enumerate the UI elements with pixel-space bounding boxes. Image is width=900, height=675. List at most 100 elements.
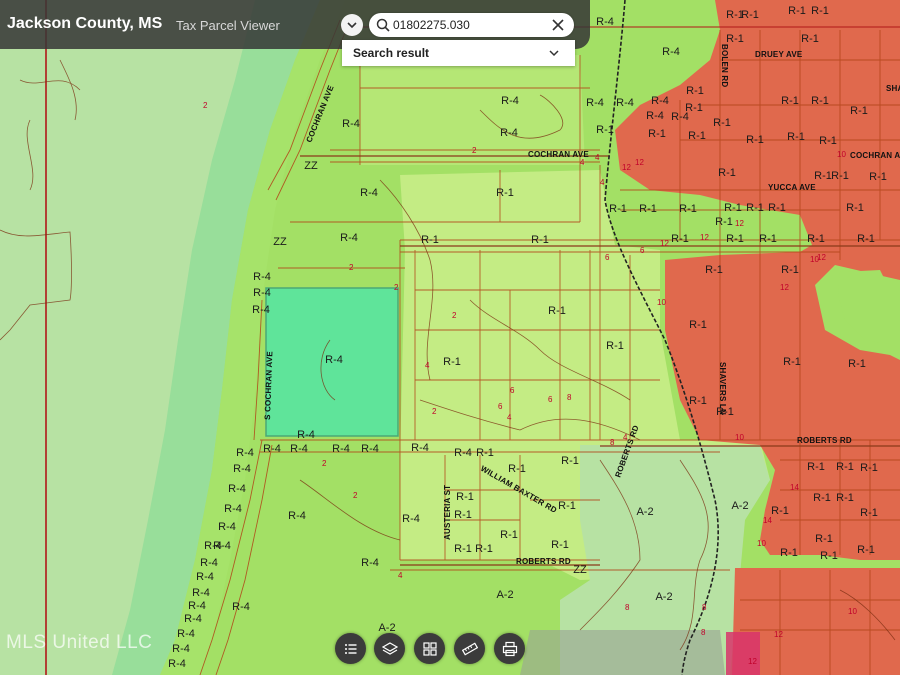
zone-label-r1: R-1 [831,170,849,182]
search-result-dropdown[interactable]: Search result [342,40,575,66]
zone-label-r4: R-4 [200,557,218,569]
zone-label-r4: R-4 [263,443,281,455]
zone-label-r4: R-4 [290,443,308,455]
zone-label-r1: R-1 [496,187,514,199]
elevation-label: 6 [548,395,553,404]
zone-label-r4: R-4 [233,463,251,475]
zone-label-r1: R-1 [561,455,579,467]
zone-label-r1: R-1 [768,202,786,214]
road-label-roberts-rd-west: ROBERTS RD [516,557,571,566]
zone-label-r1: R-1 [443,356,461,368]
zone-label-r1: R-1 [850,105,868,117]
basemap-gallery-button[interactable] [414,633,445,664]
zone-label-r1: R-1 [454,509,472,521]
zone-label-r1: R-1 [811,5,829,17]
zone-label-r4: R-4 [616,97,634,109]
zone-label-r4: R-4 [224,503,242,515]
zone-label-r4: R-4 [297,429,315,441]
gray-area [520,630,725,675]
zone-label-r4: R-4 [340,232,358,244]
elevation-label: 4 [425,361,430,370]
elevation-label: 10 [848,607,857,616]
grid-icon [422,641,437,656]
zone-label-r4: R-4 [500,127,518,139]
zoning-map[interactable]: R-4 R-4 R-4 R-4 R-4 R-4 R-4 R-4 R-4 R-4 R-4 R-4 R-4 R… [0,0,900,675]
elevation-label: 6 [498,402,503,411]
zone-label-r4: R-4 [204,540,222,552]
zone-label-r1: R-1 [726,9,744,21]
zone-label-r4: R-4 [168,658,186,670]
zone-label-r1: R-1 [869,171,887,183]
zone-label-r4: R-4 [288,510,306,522]
zone-label-r4: R-4 [454,447,472,459]
zone-label-r1: R-1 [551,539,569,551]
elevation-label: 4 [623,433,628,442]
zone-label-r1: R-1 [609,203,627,215]
elevation-label: 12 [622,163,631,172]
road-label-bolen-rd: BOLEN RD [720,44,729,87]
elevation-label: 10 [757,539,766,548]
elevation-label: 4 [600,178,605,187]
zone-label-r1: R-1 [686,85,704,97]
elevation-label: 12 [660,239,669,248]
collapse-search-button[interactable] [341,14,363,36]
zone-label-r1: R-1 [848,358,866,370]
zone-label-r1: R-1 [713,117,731,129]
elevation-label: 4 [595,153,600,162]
zone-label-a2: A-2 [655,591,672,603]
elevation-label: 2 [394,283,399,292]
zone-label-r1: R-1 [456,491,474,503]
zone-label-r4: R-4 [192,587,210,599]
list-button[interactable] [335,633,366,664]
elevation-label: 6 [640,246,645,255]
elevation-label: 12 [780,283,789,292]
zone-label-r4: R-4 [196,571,214,583]
zone-label-r4: R-4 [172,643,190,655]
zone-label-r4: R-4 [232,601,250,613]
search-box[interactable] [369,13,574,37]
measure-button[interactable] [454,633,485,664]
zone-label-r4: R-4 [501,95,519,107]
zone-label-r4: R-4 [342,118,360,130]
zone-label-r1: R-1 [787,131,805,143]
zone-label-r4: R-4 [360,187,378,199]
zone-label-a2: A-2 [731,500,748,512]
zone-label-zz: ZZ [573,564,587,576]
elevation-label: 2 [432,407,437,416]
zone-label-r4: R-4 [325,354,343,366]
chevron-down-icon [347,22,357,29]
zone-label-r1: R-1 [639,203,657,215]
zone-label-r1: R-1 [813,492,831,504]
zone-label-zz: ZZ [304,160,318,172]
zone-label-r1: R-1 [606,340,624,352]
zone-label-r1: R-1 [857,233,875,245]
zone-label-r1: R-1 [715,216,733,228]
elevation-label: 14 [763,516,772,525]
zone-label-r4: R-4 [402,513,420,525]
elevation-label: 8 [702,603,707,612]
zone-label-r1: R-1 [860,462,878,474]
zone-label-zz: ZZ [273,236,287,248]
road-label-roberts-rd-east: ROBERTS RD [797,436,852,445]
zone-label-r4: R-4 [646,110,664,122]
zone-label-r1: R-1 [454,543,472,555]
layers-button[interactable] [374,633,405,664]
zone-label-r1: R-1 [807,233,825,245]
elevation-label: 12 [635,158,644,167]
zone-label-r4: R-4 [218,521,236,533]
elevation-label: 14 [790,483,799,492]
zone-label-r1: R-1 [548,305,566,317]
zone-label-r1: R-1 [689,319,707,331]
print-button[interactable] [494,633,525,664]
elevation-label: 4 [507,413,512,422]
elevation-label: 6 [605,253,610,262]
parcel-search-input[interactable] [393,16,543,34]
zone-label-r1: R-1 [807,461,825,473]
zone-label-r1: R-1 [771,505,789,517]
zone-label-r1: R-1 [836,461,854,473]
close-icon[interactable] [550,17,566,33]
elevation-label: 8 [610,438,615,447]
ruler-icon [461,642,478,655]
app-title: Jackson County, MS [7,15,163,32]
zone-label-r1: R-1 [476,447,494,459]
